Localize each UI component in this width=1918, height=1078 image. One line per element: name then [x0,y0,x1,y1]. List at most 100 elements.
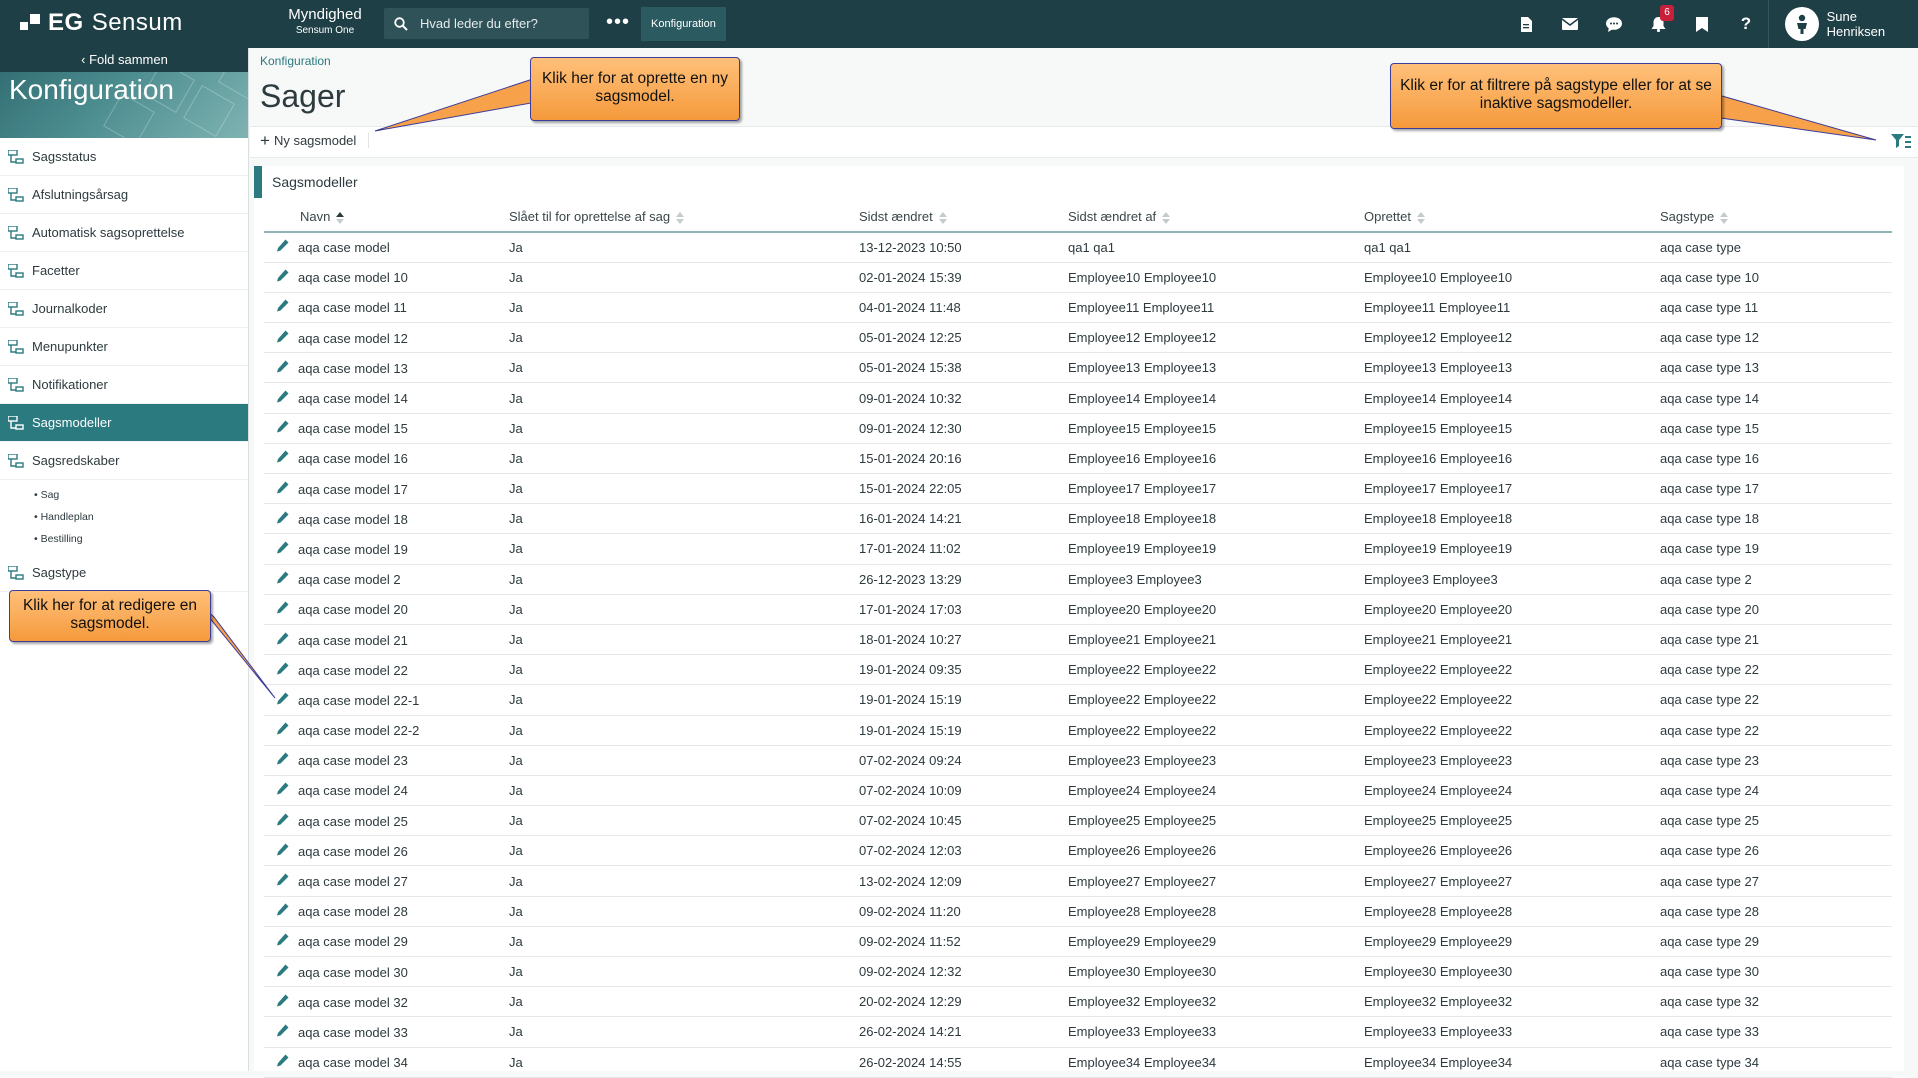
table-row[interactable]: aqa case model 27 Ja 13-02-2024 12:09 Emplo… [264,865,1892,897]
case-model-name[interactable]: aqa case model 15 [298,421,408,436]
mail-button[interactable] [1548,0,1592,48]
edit-button[interactable] [276,269,292,285]
case-model-name[interactable]: aqa case model 17 [298,482,408,497]
sidebar-item-notifikationer[interactable]: Notifikationer [0,366,248,404]
table-row[interactable]: aqa case model 19 Ja 17-01-2024 11:02 Emplo… [264,533,1892,565]
sidebar-item-automatisk-sagsoprettelse[interactable]: Automatisk sagsoprettelse [0,214,248,252]
chat-button[interactable] [1592,0,1636,48]
edit-button[interactable] [276,632,292,648]
table-row[interactable]: aqa case model 29 Ja 09-02-2024 11:52 Emplo… [264,926,1892,958]
case-model-name[interactable]: aqa case model 22-2 [298,723,419,738]
fold-sidebar-button[interactable]: ‹ Fold sammen [0,48,248,72]
case-model-name[interactable]: aqa case model 29 [298,934,408,949]
table-row[interactable]: aqa case model 22-1 Ja 19-01-2024 15:19 Emp… [264,684,1892,716]
edit-button[interactable] [276,752,292,768]
table-row[interactable]: aqa case model 16 Ja 15-01-2024 20:16 Emplo… [264,443,1892,475]
sidebar-subitem-sag[interactable]: • Sag [0,484,248,506]
edit-button[interactable] [276,782,292,798]
sidebar-subitem-bestilling[interactable]: • Bestilling [0,528,248,550]
case-model-name[interactable]: aqa case model 27 [298,874,408,889]
column-header[interactable]: Navn [264,202,509,233]
edit-button[interactable] [276,360,292,376]
case-model-name[interactable]: aqa case model 14 [298,391,408,406]
table-row[interactable]: aqa case model 26 Ja 07-02-2024 12:03 Emplo… [264,835,1892,867]
table-row[interactable]: aqa case model 28 Ja 09-02-2024 11:20 Emplo… [264,896,1892,927]
edit-button[interactable] [276,330,292,346]
edit-button[interactable] [276,1054,292,1070]
tab-konfiguration[interactable]: Konfiguration [641,7,726,41]
table-row[interactable]: aqa case model 12 Ja 05-01-2024 12:25 Emplo… [264,322,1892,354]
edit-button[interactable] [276,873,292,889]
table-row[interactable]: aqa case model 20 Ja 17-01-2024 17:03 Emplo… [264,594,1892,625]
more-menu-button[interactable]: ••• [606,11,630,34]
table-row[interactable]: aqa case model 14 Ja 09-01-2024 10:32 Emplo… [264,382,1892,414]
case-model-name[interactable]: aqa case model 33 [298,1025,408,1040]
edit-button[interactable] [276,933,292,949]
edit-button[interactable] [276,239,292,255]
edit-button[interactable] [276,541,292,557]
edit-button[interactable] [276,903,292,919]
edit-button[interactable] [276,722,292,738]
table-row[interactable]: aqa case model Ja 13-12-2023 10:50 qa1 qa1 q… [264,232,1892,263]
table-row[interactable]: aqa case model 15 Ja 09-01-2024 12:30 Emplo… [264,413,1892,444]
case-model-name[interactable]: aqa case model 16 [298,451,408,466]
edit-button[interactable] [276,390,292,406]
case-model-name[interactable]: aqa case model 19 [298,542,408,557]
notifications-button[interactable]: 6 [1636,0,1680,48]
column-header[interactable]: Sidst ændret [859,202,1068,233]
sidebar-item-sagsredskaber[interactable]: Sagsredskaber [0,442,248,480]
case-model-name[interactable]: aqa case model 26 [298,844,408,859]
table-row[interactable]: aqa case model 22 Ja 19-01-2024 09:35 Emplo… [264,654,1892,686]
sidebar-item-sagstype[interactable]: Sagstype [0,554,248,592]
edit-button[interactable] [276,994,292,1010]
edit-button[interactable] [276,813,292,829]
table-row[interactable]: aqa case model 24 Ja 07-02-2024 10:09 Emplo… [264,775,1892,807]
case-model-name[interactable]: aqa case model 32 [298,995,408,1010]
sidebar-item-menupunkter[interactable]: Menupunkter [0,328,248,366]
case-model-name[interactable]: aqa case model 13 [298,361,408,376]
table-row[interactable]: aqa case model 11 Ja 04-01-2024 11:48 Emplo… [264,292,1892,324]
case-model-name[interactable]: aqa case model 28 [298,904,408,919]
sidebar-item-afslutningsårsag[interactable]: Afslutningsårsag [0,176,248,214]
table-row[interactable]: aqa case model 13 Ja 05-01-2024 15:38 Emplo… [264,352,1892,384]
table-row[interactable]: aqa case model 21 Ja 18-01-2024 10:27 Emplo… [264,624,1892,656]
case-model-name[interactable]: aqa case model 34 [298,1055,408,1070]
table-row[interactable]: aqa case model 33 Ja 26-02-2024 14:21 Emplo… [264,1016,1892,1048]
edit-button[interactable] [276,420,292,436]
table-row[interactable]: aqa case model 18 Ja 16-01-2024 14:21 Emplo… [264,503,1892,535]
case-model-name[interactable]: aqa case model 24 [298,783,408,798]
organization-switcher[interactable]: Myndighed Sensum One [272,6,378,38]
bookmark-button[interactable] [1680,0,1724,48]
search-input[interactable] [418,15,578,32]
sidebar-item-facetter[interactable]: Facetter [0,252,248,290]
edit-button[interactable] [276,692,292,708]
table-row[interactable]: aqa case model 10 Ja 02-01-2024 15:39 Emplo… [264,262,1892,293]
brand-logo[interactable]: EG Sensum [20,9,183,37]
table-row[interactable]: aqa case model 17 Ja 15-01-2024 22:05 Emplo… [264,473,1892,505]
edit-button[interactable] [276,1024,292,1040]
case-model-name[interactable]: aqa case model [298,240,390,255]
table-row[interactable]: aqa case model 30 Ja 09-02-2024 12:32 Emplo… [264,956,1892,988]
edit-button[interactable] [276,450,292,466]
user-menu[interactable]: Sune Henriksen [1768,0,1918,48]
table-row[interactable]: aqa case model 32 Ja 20-02-2024 12:29 Emplo… [264,986,1892,1018]
case-model-name[interactable]: aqa case model 21 [298,633,408,648]
help-button[interactable]: ? [1724,0,1768,48]
new-case-model-button[interactable]: + Ny sagsmodel [260,132,370,149]
table-row[interactable]: aqa case model 23 Ja 07-02-2024 09:24 Emplo… [264,745,1892,776]
sidebar-item-journalkoder[interactable]: Journalkoder [0,290,248,328]
case-model-name[interactable]: aqa case model 2 [298,572,401,587]
column-header[interactable]: Slået til for oprettelse af sag [509,202,859,233]
case-model-name[interactable]: aqa case model 18 [298,512,408,527]
case-model-name[interactable]: aqa case model 11 [298,300,407,315]
edit-button[interactable] [276,662,292,678]
case-model-name[interactable]: aqa case model 22-1 [298,693,419,708]
sidebar-item-sagsstatus[interactable]: Sagsstatus [0,138,248,176]
case-model-name[interactable]: aqa case model 25 [298,814,408,829]
sidebar-item-sagsmodeller[interactable]: Sagsmodeller [0,404,248,442]
table-row[interactable]: aqa case model 2 Ja 26-12-2023 13:29 Employ… [264,564,1892,595]
case-model-name[interactable]: aqa case model 20 [298,602,408,617]
table-row[interactable]: aqa case model 34 Ja 26-02-2024 14:55 Emplo… [264,1047,1892,1078]
edit-button[interactable] [276,964,292,980]
case-model-name[interactable]: aqa case model 12 [298,331,408,346]
